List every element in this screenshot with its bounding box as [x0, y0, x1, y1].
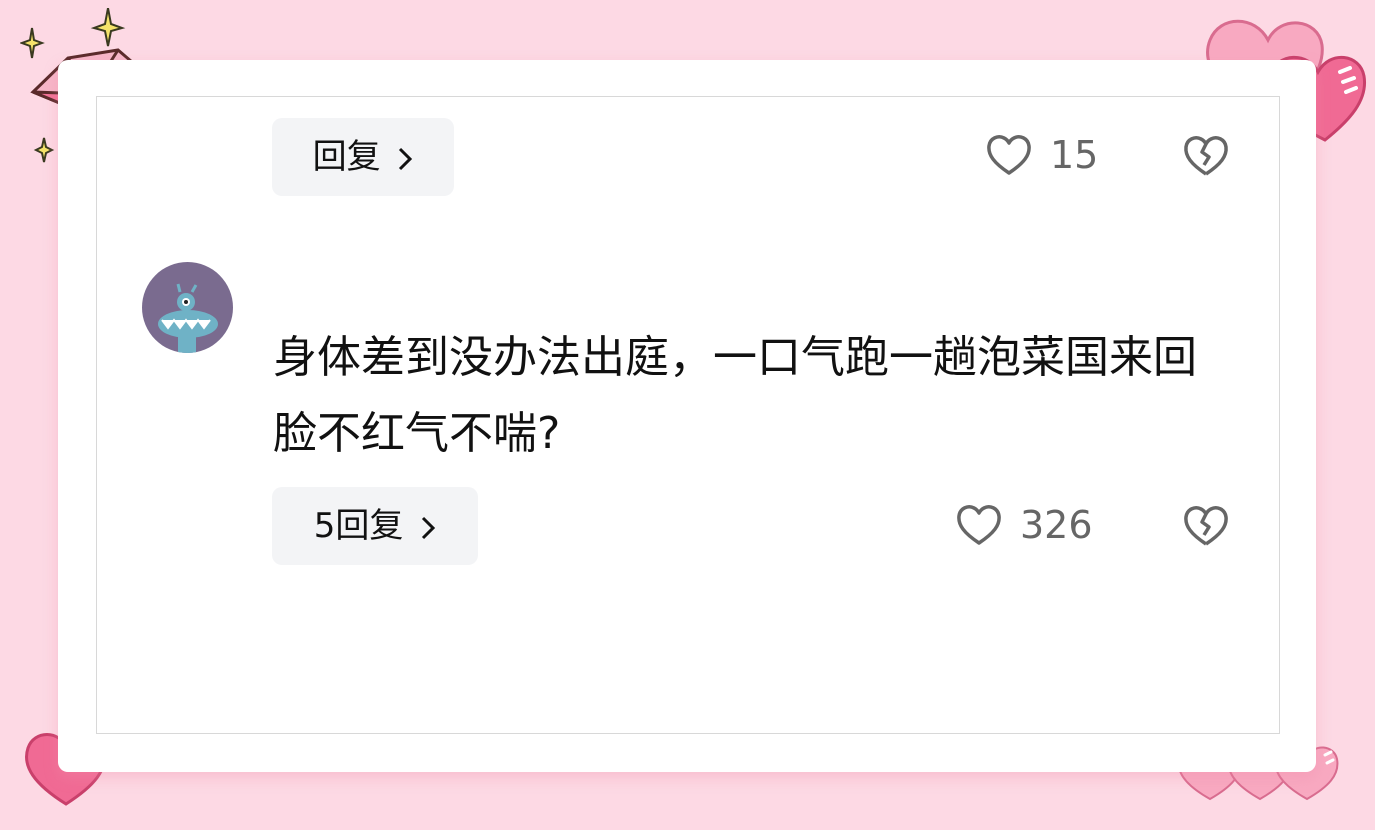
- comment-text: 身体差到没办法出庭，一口气跑一趟泡菜国来回脸不红气不喘?: [273, 332, 1197, 459]
- like-button[interactable]: 326: [956, 503, 1093, 547]
- like-button[interactable]: 15: [986, 133, 1098, 177]
- reply-button[interactable]: 回复: [272, 118, 454, 196]
- like-count: 326: [1020, 503, 1093, 547]
- chevron-right-icon: [422, 516, 436, 539]
- heart-outline-icon: [987, 135, 1031, 175]
- reply-button-label: 回复: [312, 137, 381, 177]
- broken-heart-icon[interactable]: [1182, 504, 1230, 548]
- chevron-right-icon: [399, 147, 413, 170]
- broken-heart-icon[interactable]: [1182, 134, 1230, 178]
- like-count: 15: [1050, 133, 1099, 177]
- replies-button-label: 5回复: [313, 506, 404, 546]
- heart-outline-icon: [957, 505, 1001, 545]
- replies-button[interactable]: 5回复: [272, 487, 478, 565]
- avatar[interactable]: [142, 262, 233, 353]
- fish-monster-icon: [158, 283, 218, 353]
